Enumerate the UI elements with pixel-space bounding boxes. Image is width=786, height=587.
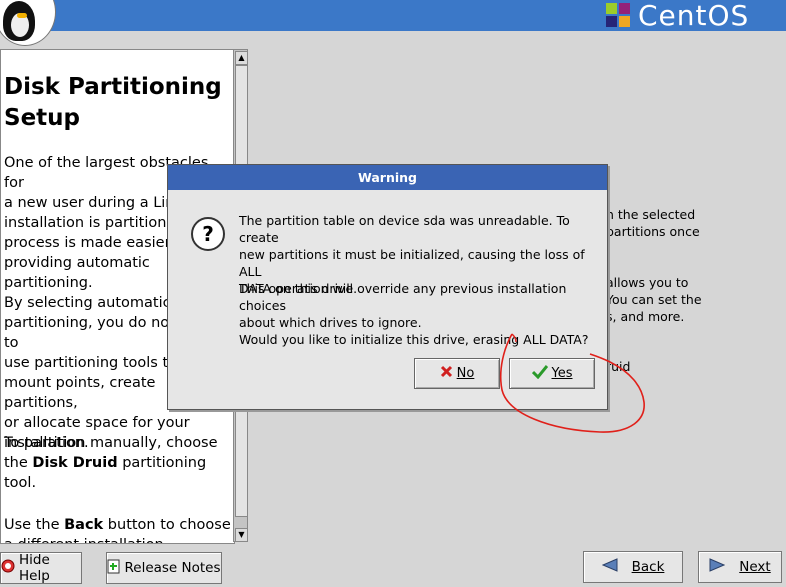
warning-dialog: Warning ? The partition table on device … bbox=[167, 164, 608, 410]
scroll-down-arrow-icon[interactable]: ▼ bbox=[235, 528, 248, 542]
centos-logo: CentOS bbox=[606, 0, 749, 31]
back-button[interactable]: Back bbox=[583, 551, 683, 583]
next-label: Next bbox=[739, 559, 771, 575]
hide-help-label: Hide Help bbox=[19, 552, 50, 584]
top-banner: CentOS bbox=[0, 0, 786, 46]
back-arrow-icon bbox=[601, 558, 618, 576]
help-paragraph-3: To partition manually, choose the Disk D… bbox=[4, 435, 218, 491]
release-notes-label: Release Notes bbox=[124, 560, 221, 576]
dialog-title: Warning bbox=[168, 165, 607, 190]
hide-help-button[interactable]: Hide Help bbox=[0, 552, 82, 584]
dialog-message-3: Would you like to initialize this drive,… bbox=[239, 332, 589, 347]
back-label: Back bbox=[631, 559, 665, 575]
help-paragraph-4: Use the Back button to choose a differen… bbox=[4, 517, 231, 543]
dialog-message-2: This operation will override any previou… bbox=[239, 281, 567, 330]
centos-mark-icon bbox=[606, 2, 632, 29]
background-text-1: n the selected partitions once bbox=[606, 207, 700, 239]
next-button[interactable]: Next bbox=[698, 551, 782, 583]
release-notes-button[interactable]: Release Notes bbox=[106, 552, 222, 584]
background-text-2: allows you to You can set the s, and mor… bbox=[606, 275, 702, 324]
question-icon: ? bbox=[191, 217, 225, 251]
no-button[interactable]: No bbox=[414, 358, 500, 389]
scroll-up-arrow-icon[interactable]: ▲ bbox=[235, 51, 248, 65]
yes-button[interactable]: Yes bbox=[509, 358, 595, 389]
no-label: No bbox=[456, 366, 475, 381]
yes-label: Yes bbox=[551, 366, 573, 381]
help-title: Disk Partitioning Setup bbox=[4, 74, 222, 131]
brand-name: CentOS bbox=[638, 0, 750, 32]
x-icon bbox=[440, 365, 453, 382]
penguin-logo-icon bbox=[0, 0, 56, 46]
background-text-3: ruid bbox=[606, 359, 631, 374]
checkmark-icon bbox=[531, 364, 548, 383]
next-arrow-icon bbox=[709, 558, 726, 576]
lifebuoy-icon bbox=[1, 559, 15, 577]
notes-icon bbox=[107, 559, 120, 578]
